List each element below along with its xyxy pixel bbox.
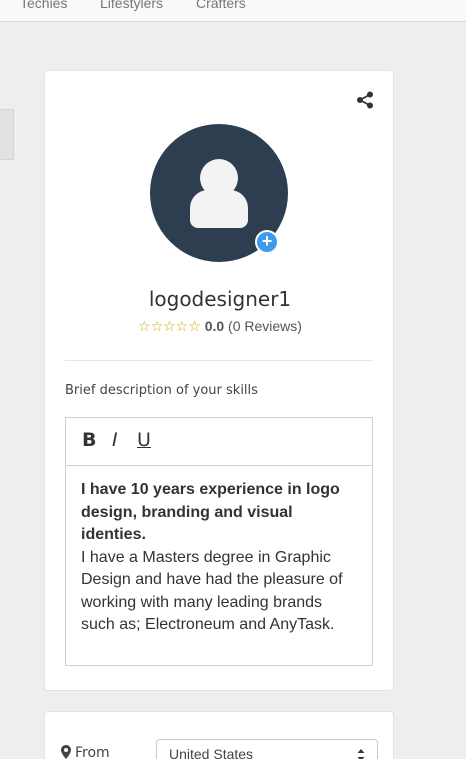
rating-value: 0.0 xyxy=(204,318,225,334)
share-icon[interactable] xyxy=(356,91,374,109)
map-pin-icon xyxy=(61,745,71,759)
nav-link-lifestylers[interactable]: Lifestylers xyxy=(100,0,163,11)
nav-link-techies[interactable]: Techies xyxy=(20,0,67,11)
skills-editor[interactable]: B I U I have 10 years experience in logo… xyxy=(65,417,373,666)
side-panel-tab[interactable] xyxy=(0,109,14,160)
rating-summary: ☆☆☆☆☆ 0.0 (0 Reviews) xyxy=(45,318,395,335)
underline-button[interactable]: U xyxy=(137,429,151,451)
reviews-count[interactable]: (0 Reviews) xyxy=(228,318,302,334)
location-card: From United States xyxy=(44,711,394,759)
editor-toolbar: B I U xyxy=(66,418,372,466)
country-select-value: United States xyxy=(169,746,254,759)
rating-stars-icon: ☆☆☆☆☆ xyxy=(138,318,201,334)
skills-label: Brief description of your skills xyxy=(65,383,258,398)
italic-button[interactable]: I xyxy=(112,429,118,451)
username: logodesigner1 xyxy=(148,287,292,311)
skills-bold-paragraph: I have 10 years experience in logo desig… xyxy=(81,481,340,543)
select-arrows-icon xyxy=(357,749,365,759)
bold-button[interactable]: B xyxy=(82,429,96,451)
profile-card: + logodesigner1 ☆☆☆☆☆ 0.0 (0 Reviews) Br… xyxy=(44,70,394,691)
editor-content[interactable]: I have 10 years experience in logo desig… xyxy=(66,466,372,650)
country-select[interactable]: United States xyxy=(156,739,378,759)
top-navigation: Techies Lifestylers Crafters xyxy=(0,0,466,22)
from-label-text: From xyxy=(75,745,110,759)
skills-paragraph: I have a Masters degree in Graphic Desig… xyxy=(81,548,343,634)
nav-link-crafters[interactable]: Crafters xyxy=(196,0,246,11)
add-photo-plus-icon[interactable]: + xyxy=(255,230,279,254)
user-silhouette-body xyxy=(190,190,248,228)
divider xyxy=(65,360,373,361)
from-label: From xyxy=(61,745,110,759)
